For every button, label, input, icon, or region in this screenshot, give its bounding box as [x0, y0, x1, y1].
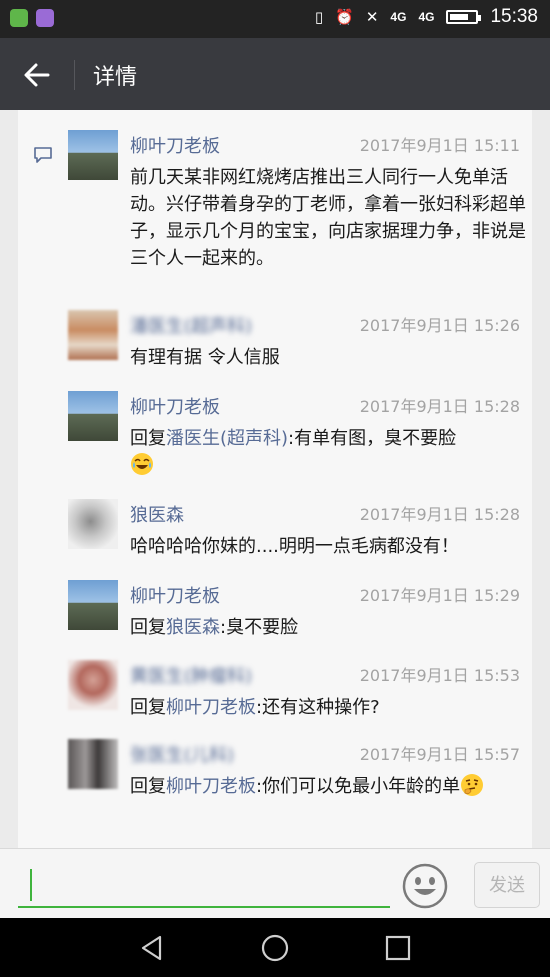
- system-nav-bar: [0, 918, 550, 977]
- comment-item: 柳叶刀老板 2017年9月1日 15:29 回复狼医森:臭不要脸: [68, 580, 528, 640]
- reply-target-link[interactable]: 狼医森: [166, 617, 220, 638]
- laugh-cry-emoji: [131, 453, 153, 475]
- comment-item: 柳叶刀老板 2017年9月1日 15:28 回复潘医生(超声科):有单有图，臭不…: [68, 391, 528, 481]
- comment-time: 2017年9月1日 15:26: [359, 316, 520, 335]
- comment-input-bar: 发送: [0, 848, 550, 919]
- avatar[interactable]: [68, 391, 118, 441]
- reply-target-link[interactable]: 柳叶刀老板: [166, 697, 256, 718]
- title-divider: [74, 60, 75, 90]
- battery-fill: [450, 14, 469, 20]
- reply-prefix: 回复: [130, 776, 166, 797]
- comment-item: 柳叶刀老板 2017年9月1日 15:11 前几天某非网红烧烤店推出三人同行一人…: [68, 130, 528, 300]
- comment-time: 2017年9月1日 15:28: [359, 505, 520, 524]
- recents-square-icon[interactable]: [382, 932, 414, 964]
- comment-input[interactable]: [18, 861, 390, 908]
- comment-author[interactable]: 狼医森: [130, 501, 184, 527]
- comment-time: 2017年9月1日 15:57: [359, 745, 520, 764]
- wechat-icon: [10, 9, 28, 27]
- comment-text: 哈哈哈哈你妹的....明明一点毛病都没有！: [130, 536, 459, 557]
- comment-item: 狼医森 2017年9月1日 15:28 哈哈哈哈你妹的....明明一点毛病都没有…: [68, 499, 528, 559]
- comments-panel: 柳叶刀老板 2017年9月1日 15:11 前几天某非网红烧烤店推出三人同行一人…: [18, 110, 532, 848]
- avatar[interactable]: [68, 739, 118, 789]
- comment-author[interactable]: 黄医生(肿瘤科): [130, 662, 252, 688]
- text-cursor: [30, 869, 32, 901]
- page-title: 详情: [93, 65, 138, 90]
- back-arrow-icon[interactable]: [20, 58, 54, 92]
- reply-prefix: 回复: [130, 428, 166, 449]
- reply-body: :有单有图，臭不要脸: [288, 428, 457, 449]
- avatar[interactable]: [68, 660, 118, 710]
- comment-item: 黄医生(肿瘤科) 2017年9月1日 15:53 回复柳叶刀老板:还有这种操作?: [68, 660, 528, 720]
- reply-body: :臭不要脸: [220, 617, 299, 638]
- comment-author[interactable]: 潘医生(超声科): [130, 312, 252, 338]
- vibrate-icon: ▯: [314, 8, 324, 26]
- comment-author[interactable]: 柳叶刀老板: [130, 393, 220, 419]
- comment-author[interactable]: 柳叶刀老板: [130, 132, 220, 158]
- reply-body: :还有这种操作?: [256, 697, 380, 718]
- comment-item: 张医生(儿科) 2017年9月1日 15:57 回复柳叶刀老板:你们可以免最小年…: [68, 739, 528, 829]
- comment-time: 2017年9月1日 15:11: [359, 136, 520, 155]
- reply-prefix: 回复: [130, 697, 166, 718]
- reply-prefix: 回复: [130, 617, 166, 638]
- comment-text: 回复潘医生(超声科):有单有图，臭不要脸: [130, 425, 528, 479]
- comment-text: 回复柳叶刀老板:还有这种操作?: [130, 694, 528, 721]
- gallery-icon: [36, 9, 54, 27]
- comment-icon: [34, 147, 52, 163]
- thinking-emoji: [461, 774, 484, 796]
- alarm-icon: ⏰: [335, 8, 354, 26]
- comment-text: 有理有据 令人信服: [130, 347, 280, 368]
- no-sim-icon: ✕: [365, 8, 379, 26]
- avatar[interactable]: [68, 310, 118, 360]
- comment-time: 2017年9月1日 15:53: [359, 666, 520, 685]
- comment-text: 前几天某非网红烧烤店推出三人同行一人免单活动。兴仔带着身孕的丁老师，拿着一张妇科…: [130, 167, 526, 269]
- home-circle-icon[interactable]: [259, 932, 291, 964]
- comment-text: 回复狼医森:臭不要脸: [130, 614, 528, 641]
- comment-text: 回复柳叶刀老板:你们可以免最小年龄的单: [130, 773, 528, 800]
- comment-author[interactable]: 柳叶刀老板: [130, 582, 220, 608]
- avatar[interactable]: [68, 499, 118, 549]
- smile-icon[interactable]: [402, 863, 448, 909]
- title-bar: 详情: [0, 38, 550, 110]
- clock: 15:38: [490, 6, 538, 27]
- network-label-2: 4G: [418, 10, 435, 24]
- back-triangle-icon[interactable]: [136, 932, 168, 964]
- battery-icon: [446, 10, 482, 24]
- comment-time: 2017年9月1日 15:28: [359, 397, 520, 416]
- comment-author[interactable]: 张医生(儿科): [130, 741, 234, 767]
- reply-target-link[interactable]: 柳叶刀老板: [166, 776, 256, 797]
- network-label-1: 4G: [390, 10, 407, 24]
- avatar[interactable]: [68, 580, 118, 630]
- comment-item: 潘医生(超声科) 2017年9月1日 15:26 有理有据 令人信服: [68, 310, 528, 370]
- reply-body: :你们可以免最小年龄的单: [256, 776, 461, 797]
- send-button[interactable]: 发送: [474, 862, 540, 908]
- status-bar: ▯ ⏰ ✕ 4G 4G 15:38: [0, 0, 550, 38]
- avatar[interactable]: [68, 130, 118, 180]
- comment-time: 2017年9月1日 15:29: [359, 586, 520, 605]
- reply-target-link[interactable]: 潘医生(超声科): [166, 428, 288, 449]
